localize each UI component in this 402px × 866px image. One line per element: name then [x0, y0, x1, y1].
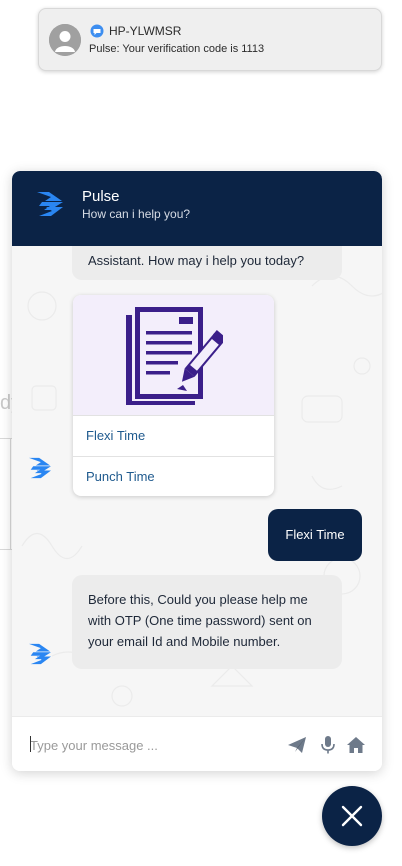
bot-message-greeting: Assistant. How may i help you today?: [72, 246, 342, 280]
messages-app-icon: [90, 24, 104, 38]
option-flexi-time[interactable]: Flexi Time: [73, 415, 274, 455]
bot-avatar-icon: [29, 457, 51, 479]
bot-avatar-icon: [29, 643, 51, 665]
option-card: Flexi Time Punch Time: [73, 295, 274, 496]
message-composer: [12, 716, 382, 771]
bot-message-otp: Before this, Could you please help me wi…: [72, 575, 342, 669]
home-icon[interactable]: [346, 735, 366, 755]
message-input[interactable]: [30, 733, 280, 757]
pulse-logo-icon: [37, 192, 63, 216]
sms-notification[interactable]: HP-YLWMSR Pulse: Your verification code …: [38, 8, 382, 71]
option-punch-time[interactable]: Punch Time: [73, 456, 274, 496]
chat-widget: Pulse How can i help you? Assistant. How…: [12, 171, 382, 771]
background-divider: [10, 438, 11, 550]
card-image: [73, 295, 274, 415]
contact-avatar-icon: [49, 24, 81, 56]
chat-subtitle: How can i help you?: [82, 207, 191, 221]
chat-header: Pulse How can i help you?: [12, 171, 382, 246]
close-icon: [341, 805, 363, 827]
notification-message: Pulse: Your verification code is 1113: [89, 43, 265, 55]
microphone-icon[interactable]: [318, 735, 338, 755]
close-chat-button[interactable]: [322, 786, 382, 846]
document-pencil-icon: [126, 307, 223, 405]
notification-sender: HP-YLWMSR: [109, 24, 182, 38]
user-message: Flexi Time: [268, 509, 362, 561]
text-caret: [30, 736, 31, 752]
chat-title: Pulse: [82, 188, 120, 205]
paper-plane-icon[interactable]: [287, 735, 307, 755]
message-list[interactable]: Assistant. How may i help you today? Fle…: [12, 246, 382, 716]
